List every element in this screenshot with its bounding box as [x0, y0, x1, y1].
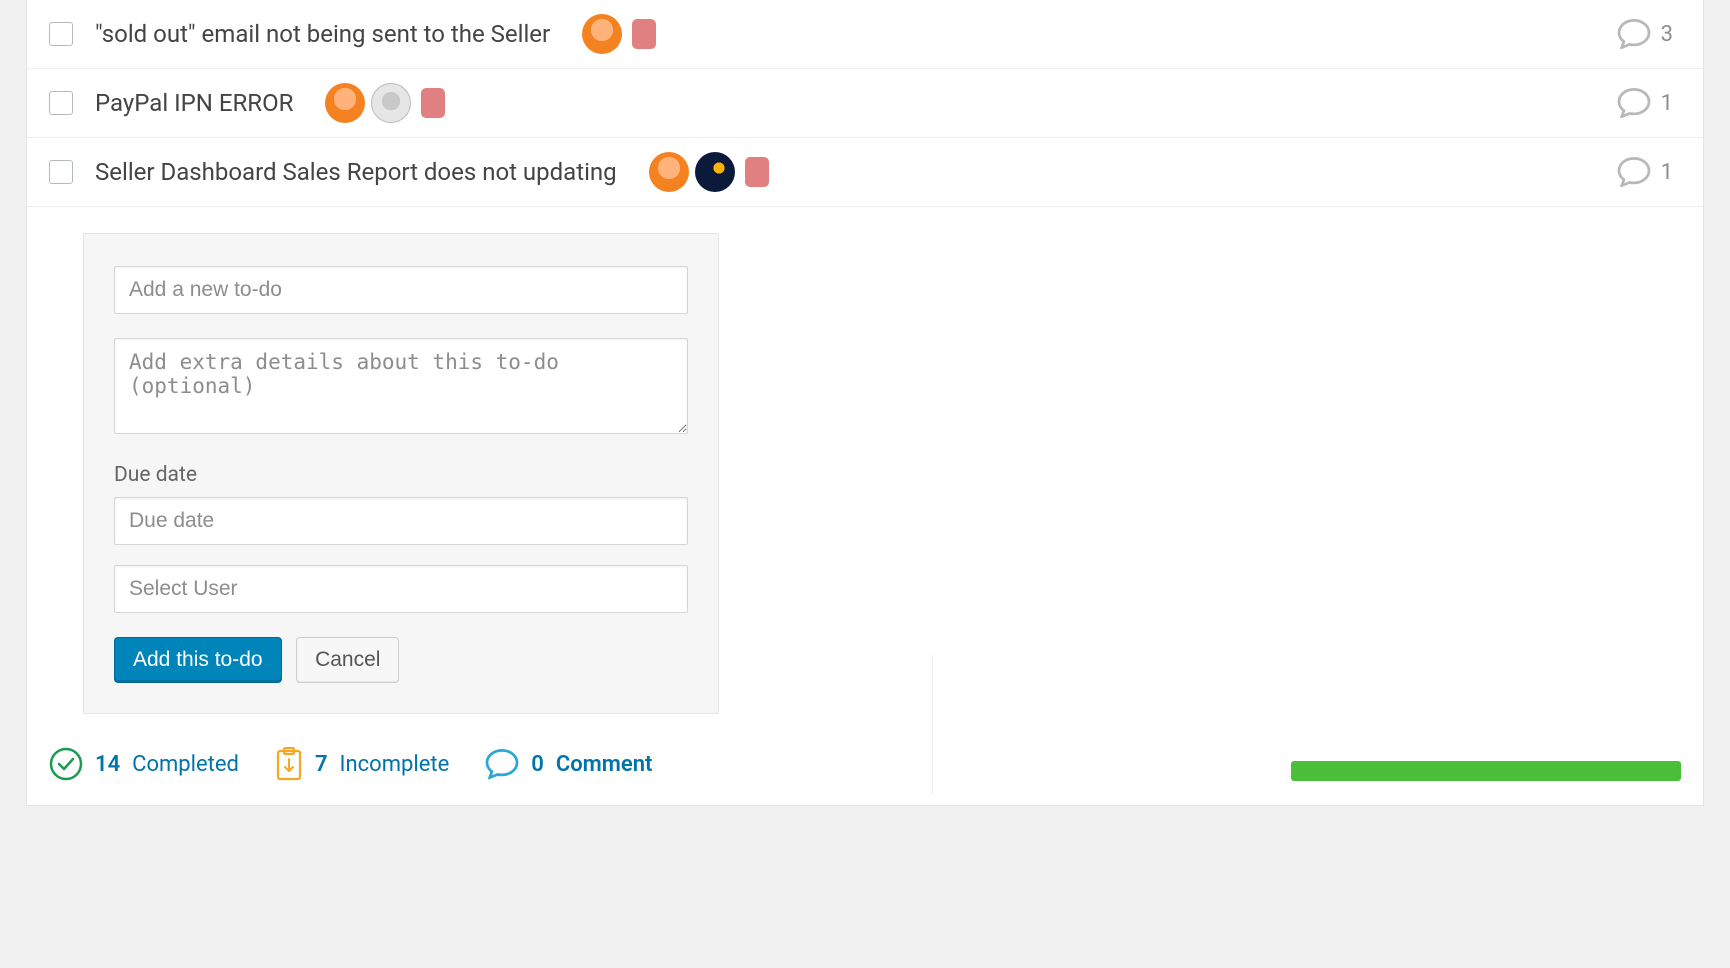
add-todo-button[interactable]: Add this to-do: [114, 637, 282, 683]
comment-count: 1: [1661, 160, 1673, 185]
comment-count-badge[interactable]: 1: [1617, 157, 1673, 187]
task-avatars: [325, 83, 445, 123]
add-todo-panel-wrap: Due date Add this to-do Cancel: [27, 207, 1703, 724]
comment-count-badge[interactable]: 1: [1617, 88, 1673, 118]
progress-bar: [1291, 761, 1681, 781]
comment-stat[interactable]: 0 Comment: [485, 749, 652, 779]
avatar[interactable]: [695, 152, 735, 192]
comment-stat-label: Comment: [556, 752, 653, 777]
priority-tag[interactable]: [632, 19, 656, 49]
task-row[interactable]: PayPal IPN ERROR 1: [27, 69, 1703, 138]
task-title[interactable]: PayPal IPN ERROR: [95, 89, 293, 117]
task-avatars: [582, 14, 656, 54]
due-date-input[interactable]: [114, 497, 688, 545]
comment-icon: [1617, 19, 1651, 49]
comment-count: 1: [1661, 91, 1673, 116]
select-user-input[interactable]: [114, 565, 688, 613]
incomplete-label: Incomplete: [340, 752, 450, 777]
due-date-label: Due date: [114, 463, 688, 487]
avatar[interactable]: [649, 152, 689, 192]
comment-icon: [1617, 88, 1651, 118]
page-container: "sold out" email not being sent to the S…: [26, 0, 1704, 806]
clipboard-icon: [275, 747, 303, 781]
completed-stat[interactable]: 14 Completed: [49, 747, 239, 781]
completed-label: Completed: [132, 752, 239, 777]
priority-tag[interactable]: [745, 157, 769, 187]
cancel-button[interactable]: Cancel: [296, 637, 399, 683]
priority-tag[interactable]: [421, 88, 445, 118]
task-checkbox[interactable]: [49, 22, 73, 46]
todo-details-textarea[interactable]: [114, 338, 688, 434]
comment-count-badge[interactable]: 3: [1617, 19, 1673, 49]
footer-stats: 14 Completed 7 Incomplete 0 Comment: [27, 724, 1703, 805]
task-row[interactable]: Seller Dashboard Sales Report does not u…: [27, 138, 1703, 207]
task-title[interactable]: Seller Dashboard Sales Report does not u…: [95, 158, 617, 186]
avatar[interactable]: [325, 83, 365, 123]
task-row[interactable]: "sold out" email not being sent to the S…: [27, 0, 1703, 69]
task-avatars: [649, 152, 769, 192]
footer-divider: [932, 655, 933, 795]
incomplete-count: 7: [315, 752, 328, 777]
task-checkbox[interactable]: [49, 91, 73, 115]
incomplete-stat[interactable]: 7 Incomplete: [275, 747, 449, 781]
task-title[interactable]: "sold out" email not being sent to the S…: [95, 20, 550, 48]
comment-count: 3: [1661, 22, 1673, 47]
add-todo-panel: Due date Add this to-do Cancel: [83, 233, 719, 714]
comment-icon: [1617, 157, 1651, 187]
avatar[interactable]: [582, 14, 622, 54]
avatar[interactable]: [371, 83, 411, 123]
completed-count: 14: [95, 752, 120, 777]
todo-title-input[interactable]: [114, 266, 688, 314]
comment-icon: [485, 749, 519, 779]
comment-stat-count: 0: [531, 752, 544, 777]
check-circle-icon: [49, 747, 83, 781]
task-checkbox[interactable]: [49, 160, 73, 184]
